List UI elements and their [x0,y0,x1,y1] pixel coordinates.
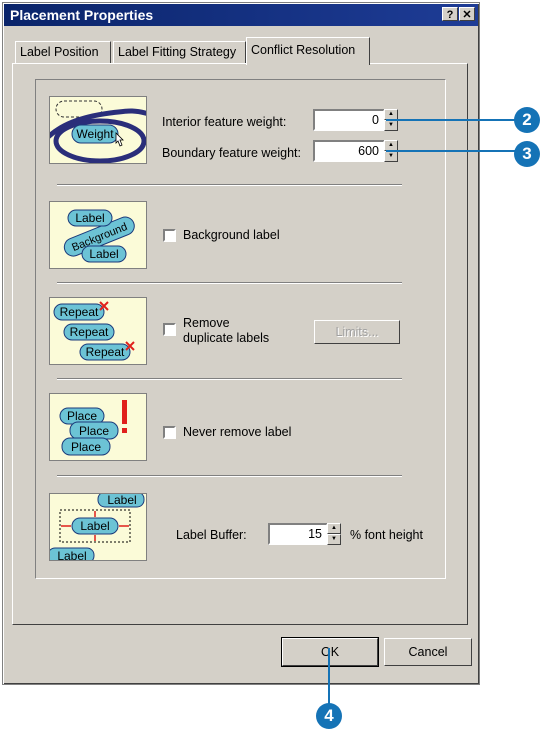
cancel-button[interactable]: Cancel [384,638,472,666]
buffer-icon-text-2: Label [80,519,109,533]
label-buffer-icon: Label Label Label [50,494,145,561]
limits-button[interactable]: Limits... [314,320,400,344]
title-bar[interactable]: Placement Properties ? ✕ [4,4,478,26]
separator [57,378,402,380]
boundary-weight-label: Boundary feature weight: [162,146,301,160]
interior-weight-label: Interior feature weight: [162,115,287,129]
bg-icon-text-3: Label [89,247,118,261]
place-icon-text-2: Place [79,424,109,438]
never-remove-checkbox[interactable] [163,426,176,439]
label-buffer-label: Label Buffer: [176,528,247,542]
dup-icon-text-2: Repeat [70,325,109,339]
ok-button[interactable]: OK [281,637,379,667]
interior-weight-field[interactable]: 0 [313,109,385,131]
callout-3: 3 [514,141,540,167]
weight-icon: Weight [50,100,146,163]
callout-4: 4 [316,703,342,729]
weight-icon-text: Weight [76,127,114,141]
spin-down-icon[interactable]: ▼ [327,534,341,545]
label-buffer-spinner[interactable]: ▲ ▼ [327,523,341,545]
bg-icon-text-1: Label [75,211,104,225]
buffer-illustration: Label Label Label [49,493,147,561]
background-label-text: Background label [183,228,280,242]
callout-2: 2 [514,107,540,133]
remove-duplicates-label-line2: duplicate labels [183,331,270,345]
weight-illustration: Weight [49,96,147,164]
place-icon-text-1: Place [67,409,97,423]
buffer-icon-text-1: Label [107,494,136,507]
remove-duplicates-label-line1: Remove [183,316,230,330]
help-button[interactable]: ? [442,7,458,21]
duplicates-illustration: Repeat Repeat Repeat [49,297,147,365]
callout-line-4 [328,648,330,708]
separator [57,475,402,477]
label-buffer-unit: % font height [350,528,423,542]
spin-down-icon[interactable]: ▼ [384,151,398,162]
dup-icon-text-1: Repeat [60,305,99,319]
tab-label-position[interactable]: Label Position [15,41,111,63]
tab-conflict-resolution[interactable]: Conflict Resolution [246,37,370,65]
remove-duplicates-checkbox[interactable] [163,323,176,336]
spin-down-icon[interactable]: ▼ [384,120,398,131]
place-icon-text-3: Place [71,440,101,454]
close-button[interactable]: ✕ [459,7,475,21]
spin-up-icon[interactable]: ▲ [327,523,341,534]
separator [57,184,402,186]
background-illustration: Background Label Label [49,201,147,269]
remove-duplicates-label: Remove duplicate labels [183,316,269,346]
background-label-checkbox[interactable] [163,229,176,242]
callout-line-3 [386,150,516,152]
background-label-icon: Background Label Label [63,209,135,263]
buffer-icon-text-3: Label [57,549,86,561]
dup-icon-text-3: Repeat [86,345,125,359]
boundary-weight-field[interactable]: 600 [313,140,385,162]
label-buffer-field[interactable]: 15 [268,523,328,545]
window-title: Placement Properties [10,7,154,23]
never-remove-label: Never remove label [183,425,292,439]
callout-line-2 [386,119,516,121]
never-remove-icon: Place Place Place [59,400,127,456]
tab-label-fitting-strategy[interactable]: Label Fitting Strategy [113,41,246,63]
remove-duplicates-icon: Repeat Repeat Repeat [53,301,135,361]
never-remove-illustration: Place Place Place [49,393,147,461]
separator [57,282,402,284]
